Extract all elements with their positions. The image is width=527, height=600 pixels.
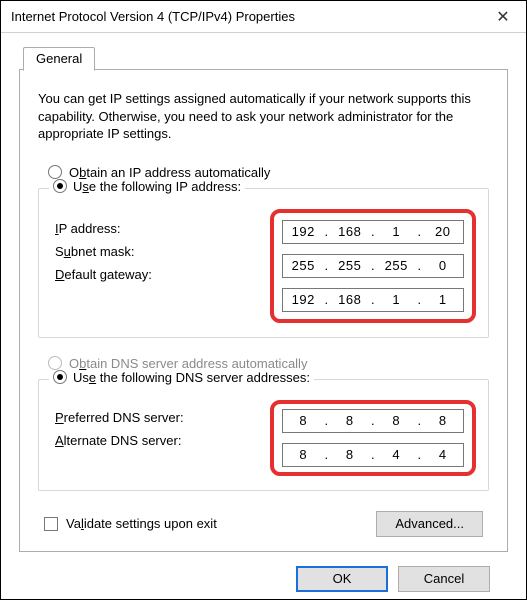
radio-dns-auto-label: Obtain DNS server address automatically (69, 356, 307, 371)
tab-general[interactable]: General (23, 47, 95, 71)
advanced-button[interactable]: Advanced... (376, 511, 483, 537)
radio-dns-auto: Obtain DNS server address automatically (48, 356, 489, 371)
ip-highlight: 192.168.1.20 255.255.255.0 192.168.1.1 (270, 209, 476, 323)
default-gateway-input[interactable]: 192.168.1.1 (282, 288, 464, 312)
radio-ip-manual-label: Use the following IP address: (73, 179, 241, 194)
cancel-button[interactable]: Cancel (398, 566, 490, 592)
dns-group: Use the following DNS server addresses: … (38, 379, 489, 491)
ip-group: Use the following IP address: IP address… (38, 188, 489, 338)
checkbox-icon (44, 517, 58, 531)
default-gateway-label: Default gateway: (55, 267, 152, 282)
radio-icon (53, 179, 67, 193)
radio-icon (48, 356, 62, 370)
radio-icon (48, 165, 62, 179)
subnet-mask-input[interactable]: 255.255.255.0 (282, 254, 464, 278)
radio-ip-auto[interactable]: Obtain an IP address automatically (48, 165, 489, 180)
window-title: Internet Protocol Version 4 (TCP/IPv4) P… (11, 9, 295, 24)
alternate-dns-input[interactable]: 8.8.4.4 (282, 443, 464, 467)
validate-checkbox[interactable]: Validate settings upon exit (44, 516, 217, 531)
subnet-mask-label: Subnet mask: (55, 244, 135, 259)
radio-dns-manual-label: Use the following DNS server addresses: (73, 370, 310, 385)
tab-row: General (19, 45, 508, 70)
intro-text: You can get IP settings assigned automat… (38, 90, 489, 143)
radio-dns-manual[interactable]: Use the following DNS server addresses: (49, 370, 314, 385)
close-icon[interactable]: ✕ (480, 1, 526, 33)
tab-panel: You can get IP settings assigned automat… (19, 70, 508, 552)
alternate-dns-label: Alternate DNS server: (55, 433, 181, 448)
radio-icon (53, 370, 67, 384)
ip-address-label: IP address: (55, 221, 121, 236)
ip-address-input[interactable]: 192.168.1.20 (282, 220, 464, 244)
ok-button[interactable]: OK (296, 566, 388, 592)
radio-ip-auto-label: Obtain an IP address automatically (69, 165, 270, 180)
preferred-dns-label: Preferred DNS server: (55, 410, 184, 425)
dns-highlight: 8.8.8.8 8.8.4.4 (270, 400, 476, 476)
radio-ip-manual[interactable]: Use the following IP address: (49, 179, 245, 194)
dialog-footer: OK Cancel (19, 552, 508, 592)
preferred-dns-input[interactable]: 8.8.8.8 (282, 409, 464, 433)
titlebar: Internet Protocol Version 4 (TCP/IPv4) P… (1, 1, 526, 33)
validate-label: Validate settings upon exit (66, 516, 217, 531)
